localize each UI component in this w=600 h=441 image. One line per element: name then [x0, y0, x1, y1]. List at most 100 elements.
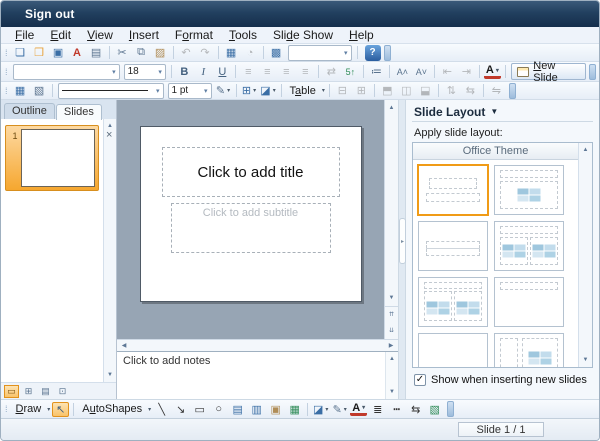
toolbar-options-button[interactable] — [508, 82, 516, 99]
normal-view-button[interactable]: ▭ — [4, 384, 19, 398]
arrow-style-button[interactable]: ⇆ — [407, 402, 424, 417]
layout-thumb-title-slide[interactable] — [418, 165, 488, 215]
underline-button[interactable]: U — [214, 64, 231, 79]
scroll-up-icon[interactable]: ▲ — [579, 145, 592, 155]
layout-thumb-two-content[interactable] — [494, 221, 564, 271]
scroll-down-icon[interactable]: ▼ — [385, 290, 398, 306]
scroll-left-icon[interactable]: ◀ — [117, 341, 131, 351]
toolbar-grip[interactable]: ⁞ — [5, 404, 7, 414]
slide-thumbnail-selected[interactable]: 1 — [5, 125, 99, 191]
scroll-up-icon[interactable]: ▲ — [386, 354, 398, 364]
toolbar-grip[interactable]: ⁞ — [5, 67, 7, 77]
increase-font-size-button[interactable]: A˄ — [394, 64, 411, 79]
menu-file[interactable]: File — [7, 28, 42, 42]
paste-button[interactable]: ▨ — [152, 45, 169, 60]
scroll-right-icon[interactable]: ▶ — [384, 341, 398, 351]
toolbar-options-button[interactable] — [589, 63, 597, 80]
sign-out-button[interactable]: Sign out — [25, 7, 75, 21]
menu-tools[interactable]: Tools — [221, 28, 265, 42]
layout-thumb-section-header[interactable] — [418, 221, 488, 271]
notes-scrollbar[interactable]: ▲ ▼ — [385, 352, 398, 399]
pane-splitter[interactable]: ▸ — [398, 100, 406, 399]
insert-diagram-button[interactable]: ▥ — [248, 402, 265, 417]
menu-format[interactable]: Format — [167, 28, 221, 42]
slide-sorter-view-button[interactable]: ⊞ — [21, 385, 36, 398]
oval-button[interactable]: ○ — [210, 402, 227, 417]
title-placeholder[interactable]: Click to add title — [161, 147, 340, 197]
new-slide-button[interactable]: New Slide — [510, 60, 587, 84]
task-pane-header[interactable]: Slide Layout ▼ — [412, 100, 593, 122]
export-pdf-button[interactable]: A — [69, 45, 86, 60]
decrease-font-size-button[interactable]: A˅ — [413, 64, 430, 79]
select-objects-button[interactable]: ↖ — [52, 401, 70, 417]
copy-button[interactable]: ⧉ — [133, 45, 150, 60]
scroll-up-icon[interactable]: ▲ — [385, 100, 398, 116]
bold-button[interactable]: B — [176, 64, 193, 79]
line-color-button[interactable]: ✎ ▾ — [331, 402, 348, 417]
font-color-button[interactable]: A ▾ — [350, 402, 368, 416]
font-name-combo[interactable]: ▾ — [12, 63, 120, 80]
dash-style-button[interactable]: ┅ — [388, 402, 405, 417]
vertical-scrollbar[interactable]: ▲ ▼ ⇈ ⇊ — [384, 100, 398, 339]
scroll-down-icon[interactable]: ▼ — [104, 370, 116, 380]
draw-menu-button[interactable]: Draw ▾ — [12, 402, 51, 417]
open-button[interactable]: ❒ — [31, 45, 48, 60]
show-grid-button[interactable]: ▩ — [268, 45, 285, 60]
layout-thumb-comparison[interactable] — [418, 277, 488, 327]
show-when-inserting-checkbox[interactable]: ✓ — [414, 374, 426, 386]
slideshow-button[interactable]: ⊡ — [55, 385, 70, 398]
toolbar-options-button[interactable] — [447, 401, 455, 417]
theme-group-header[interactable]: Office Theme — [413, 143, 578, 160]
horizontal-scrollbar[interactable]: ◀ ▶ — [117, 339, 398, 351]
line-style-button[interactable]: ≣ — [369, 402, 386, 417]
layout-thumb-title-only[interactable] — [494, 277, 564, 327]
previous-slide-icon[interactable]: ⇈ — [385, 307, 398, 323]
tab-slides[interactable]: Slides — [55, 104, 102, 120]
font-size-combo[interactable]: 18 ▾ — [123, 63, 166, 80]
toolbar-grip[interactable]: ⁞ — [5, 86, 7, 96]
menu-help[interactable]: Help — [341, 28, 382, 42]
toolbar-options-button[interactable] — [383, 44, 391, 61]
font-color-button[interactable]: A ▾ — [483, 64, 501, 79]
reading-view-button[interactable]: ▤ — [38, 385, 53, 398]
menu-edit[interactable]: Edit — [42, 28, 79, 42]
subtitle-placeholder[interactable]: Click to add subtitle — [170, 203, 331, 253]
bullets-button[interactable]: ≔ — [368, 64, 385, 79]
autoshapes-menu-button[interactable]: AutoShapes ▾ — [78, 402, 151, 417]
layout-thumb-title-and-content[interactable] — [494, 165, 564, 215]
new-presentation-button[interactable]: ❏ — [12, 45, 29, 60]
layout-thumb-content-with-caption[interactable] — [494, 333, 564, 367]
renumber-slides-button[interactable]: 5↑ — [342, 64, 359, 79]
menu-slide-show[interactable]: Slide Show — [265, 28, 341, 42]
shadow-3d-button[interactable]: ▧ — [426, 402, 443, 417]
fill-color-button[interactable]: ◪ ▾ — [260, 83, 277, 98]
notes-placeholder[interactable]: Click to add notes — [117, 352, 385, 399]
insert-picture-button[interactable]: ▦ — [286, 402, 303, 417]
layout-thumb-blank[interactable] — [418, 333, 488, 367]
splitter-handle[interactable]: ▸ — [399, 218, 406, 264]
menu-insert[interactable]: Insert — [121, 28, 167, 42]
help-button[interactable]: ? — [364, 44, 381, 61]
insert-clipart-button[interactable]: ▣ — [267, 402, 284, 417]
fill-color-button[interactable]: ◪ ▾ — [312, 402, 329, 417]
arrow-button[interactable]: ↘ — [172, 402, 189, 417]
next-slide-icon[interactable]: ⇊ — [385, 323, 398, 339]
erase-table-button[interactable]: ▧ — [31, 83, 48, 98]
draw-table-button[interactable]: ▦ — [12, 83, 29, 98]
line-weight-combo[interactable]: 1 pt ▾ — [167, 82, 212, 99]
scroll-down-icon[interactable]: ▼ — [386, 387, 398, 397]
slide[interactable]: Click to add title Click to add subtitle — [139, 126, 362, 302]
layout-list-scrollbar[interactable]: ▲ ▼ — [578, 143, 592, 367]
zoom-combo[interactable]: ▾ — [287, 44, 352, 61]
toolbar-grip[interactable]: ⁞ — [5, 48, 7, 58]
table-menu-button[interactable]: Table ▾ — [286, 83, 325, 98]
insert-table-button[interactable]: ▦ — [223, 45, 240, 60]
line-style-combo[interactable]: ▾ — [57, 82, 164, 99]
line-button[interactable]: ╲ — [153, 402, 170, 417]
thumbnails-scrollbar[interactable]: ▲ ▼ — [103, 119, 116, 382]
close-icon[interactable]: × — [103, 129, 115, 143]
menu-view[interactable]: View — [79, 28, 121, 42]
save-button[interactable]: ▣ — [50, 45, 67, 60]
scroll-down-icon[interactable]: ▼ — [579, 355, 592, 365]
print-button[interactable]: ▤ — [88, 45, 105, 60]
